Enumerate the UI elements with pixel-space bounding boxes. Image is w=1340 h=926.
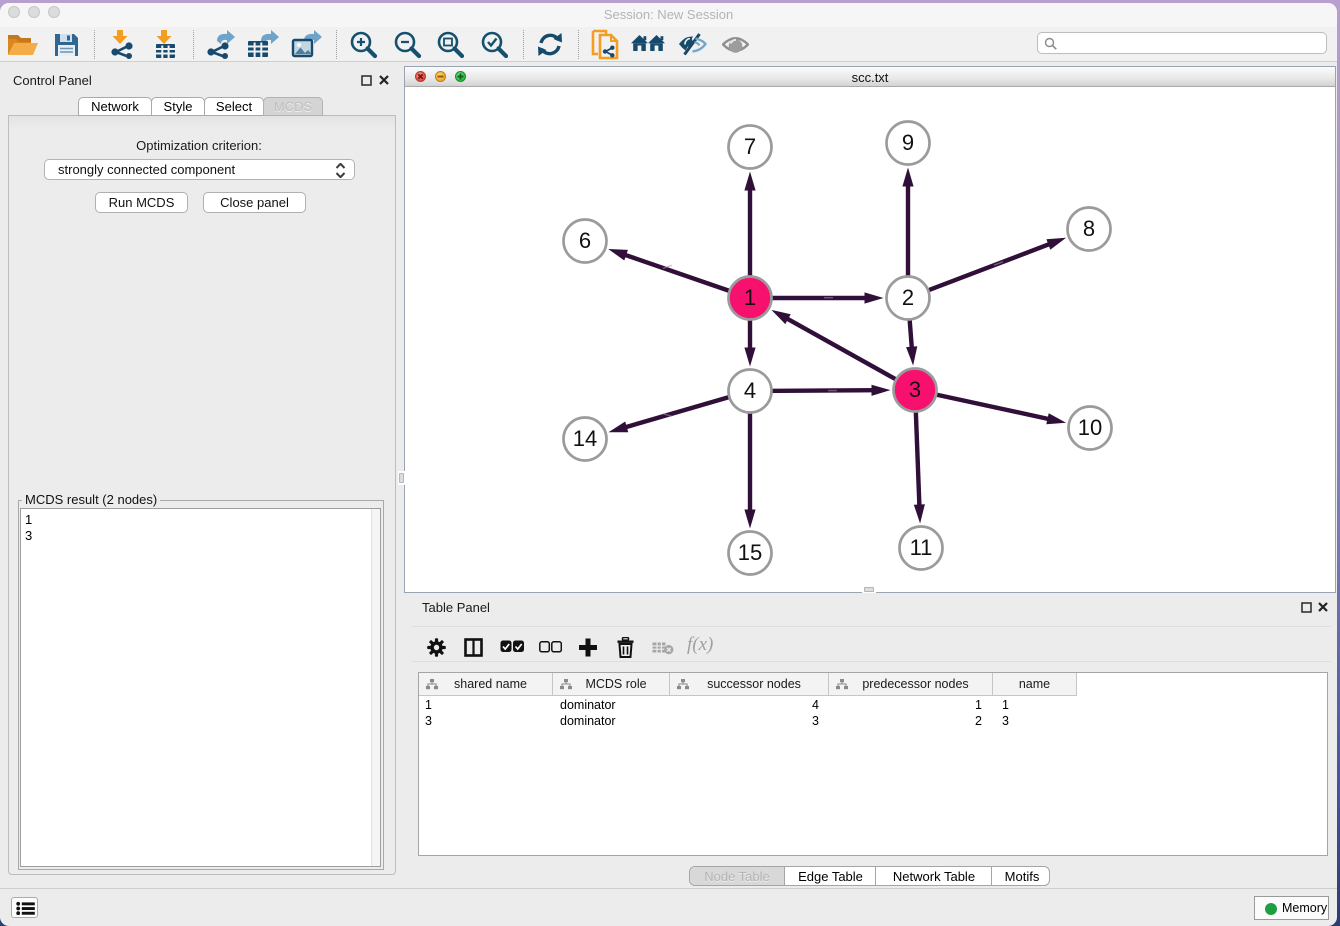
svg-text:10: 10 <box>1078 415 1102 440</box>
svg-text:15: 15 <box>738 540 762 565</box>
svg-text:14: 14 <box>573 426 597 451</box>
svg-text:3: 3 <box>909 377 921 402</box>
svg-text:9: 9 <box>902 130 914 155</box>
svg-text:11: 11 <box>910 535 933 560</box>
svg-text:4: 4 <box>744 378 756 403</box>
svg-text:2: 2 <box>902 285 914 310</box>
svg-text:7: 7 <box>744 134 756 159</box>
svg-text:6: 6 <box>579 228 591 253</box>
svg-text:8: 8 <box>1083 216 1095 241</box>
svg-text:1: 1 <box>744 285 756 310</box>
